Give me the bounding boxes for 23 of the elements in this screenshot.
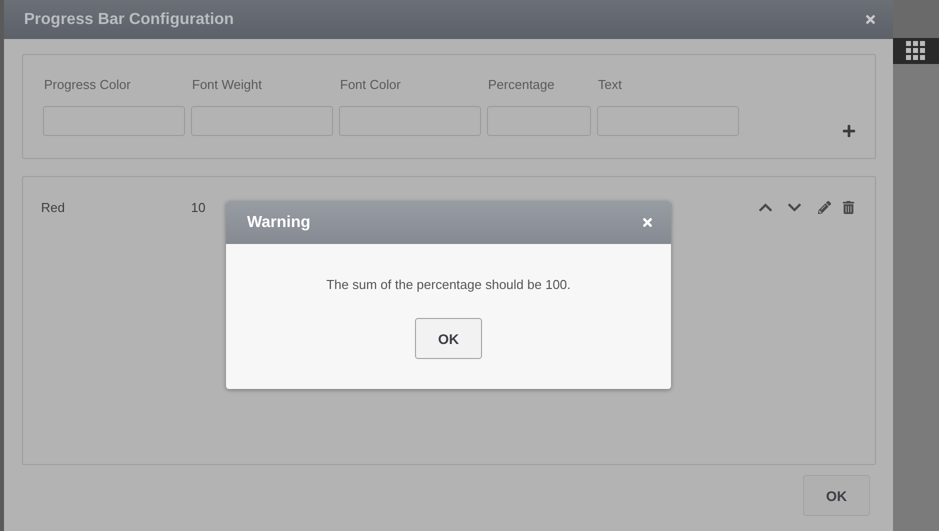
column-label: Percentage: [487, 77, 556, 93]
input-field[interactable]: [43, 106, 185, 136]
dialog-title: Progress Bar Configuration: [24, 10, 234, 28]
trash-icon[interactable]: [842, 201, 855, 214]
ok-button[interactable]: OK: [803, 475, 870, 516]
input-field[interactable]: [339, 106, 481, 136]
pencil-icon[interactable]: [818, 201, 831, 214]
warning-message: The sum of the percentage should be 100.: [326, 277, 571, 292]
table-cell-text: 10: [191, 200, 206, 215]
table-cell-text: Red: [41, 200, 66, 215]
column-label: Font Weight: [191, 77, 263, 93]
ok-button[interactable]: OK: [415, 318, 482, 359]
warning-title: Warning: [247, 214, 310, 232]
input-field[interactable]: [487, 106, 591, 136]
grid-icon[interactable]: [906, 41, 926, 61]
close-icon[interactable]: [864, 13, 877, 26]
close-icon[interactable]: [641, 216, 654, 229]
column-label: Font Color: [339, 77, 402, 93]
column-label: Progress Color: [43, 77, 132, 93]
input-field[interactable]: [191, 106, 333, 136]
column-label: Text: [597, 77, 623, 93]
add-icon[interactable]: [842, 124, 856, 138]
input-field[interactable]: [597, 106, 739, 136]
